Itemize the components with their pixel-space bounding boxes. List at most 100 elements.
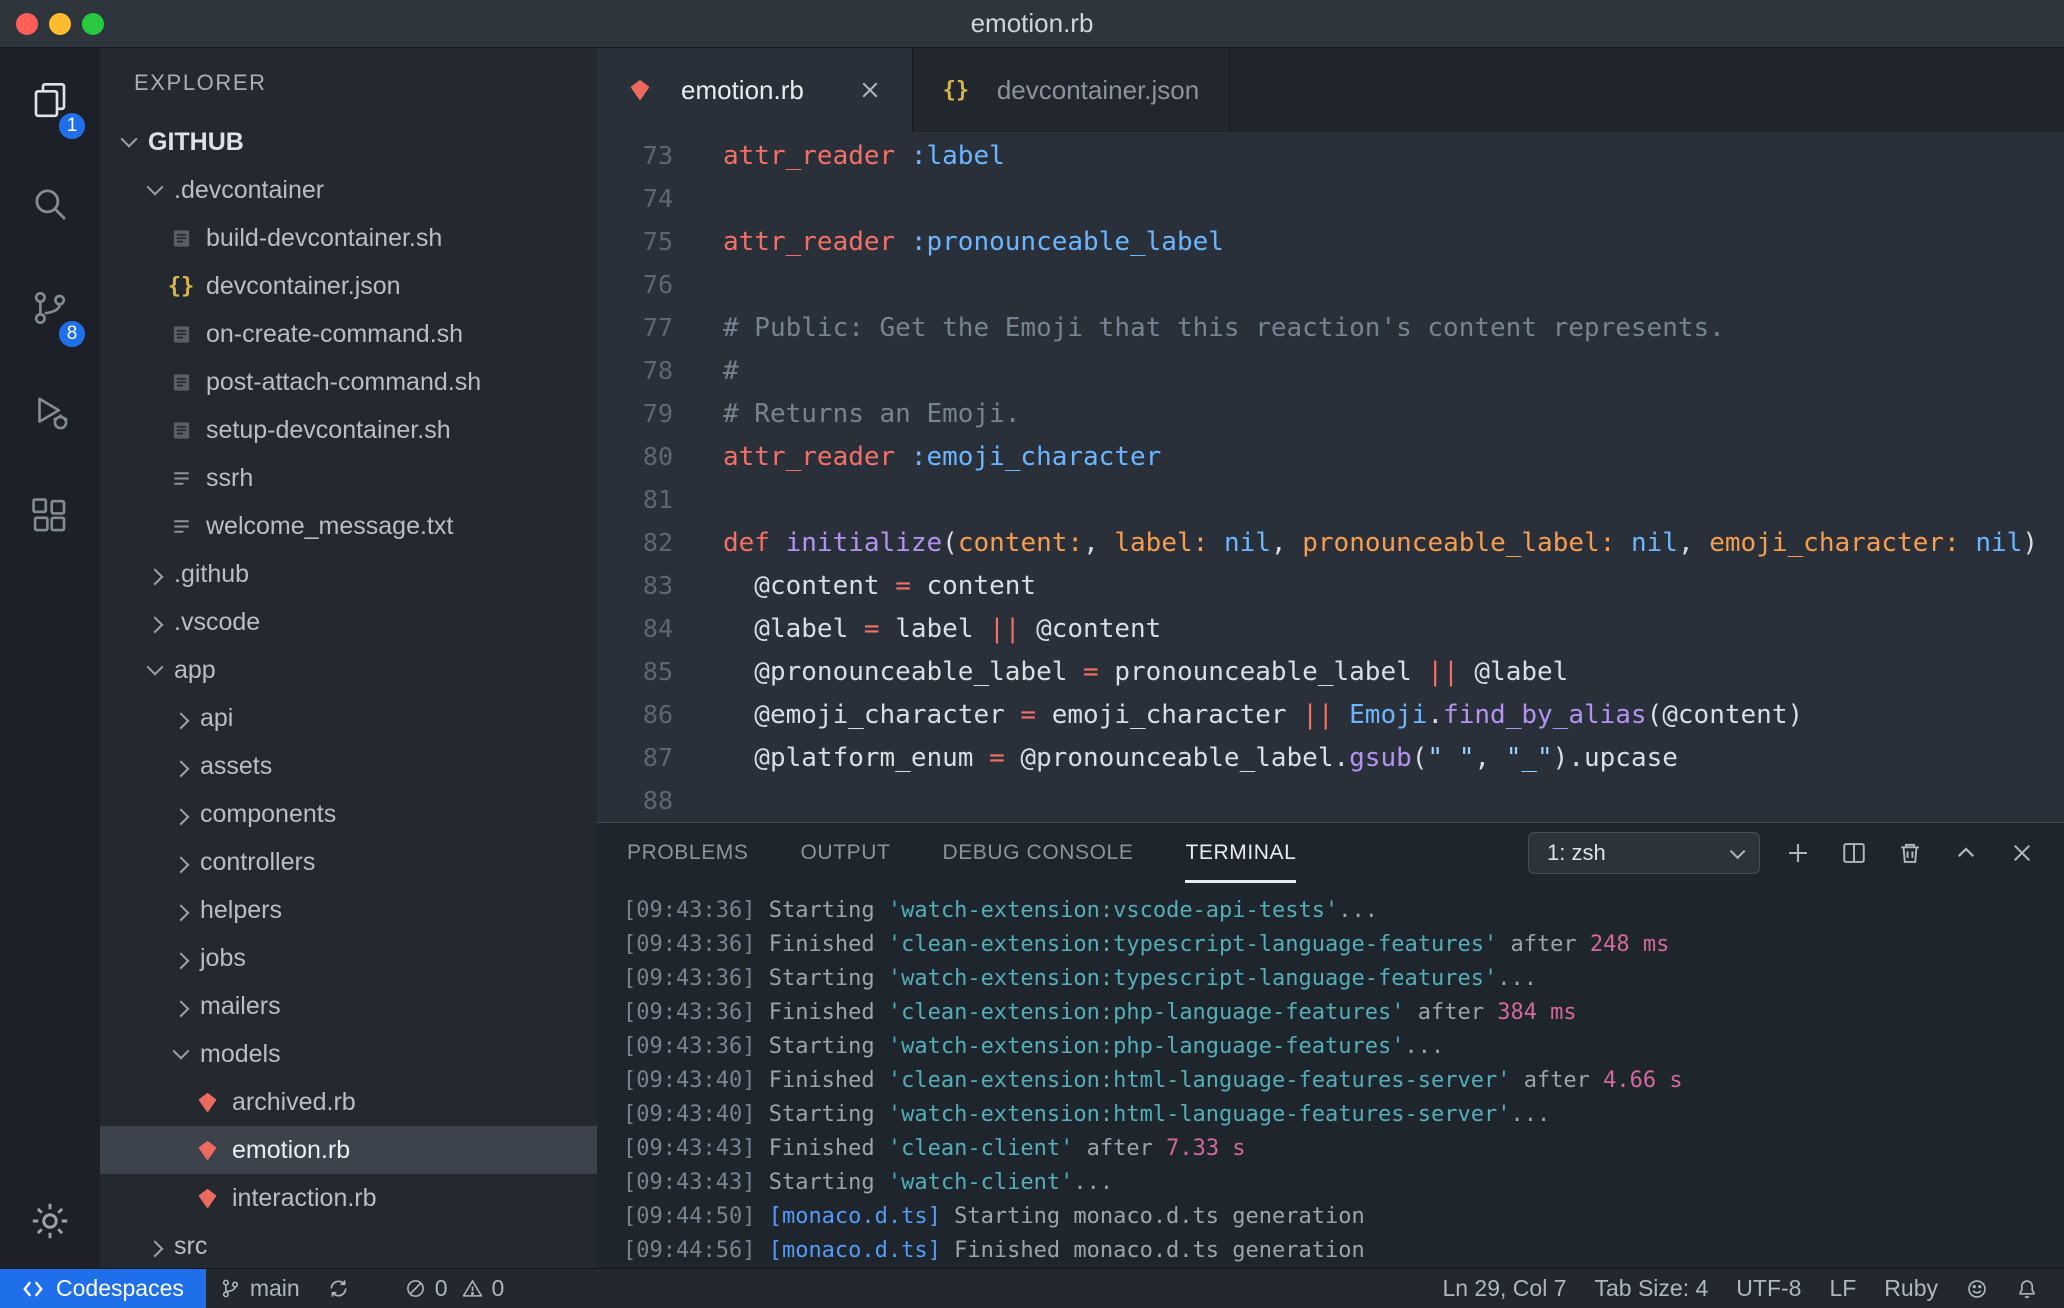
- tree-item-devcontainer.json[interactable]: {} devcontainer.json: [100, 262, 597, 310]
- activity-run-debug-button[interactable]: [0, 360, 100, 464]
- tree-item-components[interactable]: components: [100, 790, 597, 838]
- tree-item-label: helpers: [200, 895, 282, 924]
- trash-icon[interactable]: [1892, 835, 1928, 871]
- chevron-right-icon: [168, 705, 194, 731]
- codespaces-icon: [23, 1280, 43, 1297]
- code-text: # Public: Get the Emoji that this reacti…: [723, 312, 1725, 343]
- code-line-73[interactable]: 73 attr_reader :label: [597, 134, 2064, 177]
- terminal-line: [09:43:43] Starting 'watch-client'...: [623, 1169, 1114, 1195]
- code-area[interactable]: 73 attr_reader :label 74 75 attr_reader :pro…: [597, 132, 2064, 822]
- tab-problems[interactable]: PROBLEMS: [627, 823, 749, 883]
- code-line-77[interactable]: 77 # Public: Get the Emoji that this reac…: [597, 306, 2064, 349]
- settings-button[interactable]: [0, 1174, 100, 1268]
- maximize-panel-icon[interactable]: [1948, 835, 1984, 871]
- code-line-78[interactable]: 78 #: [597, 349, 2064, 392]
- close-window-button[interactable]: [16, 12, 38, 35]
- feedback-button[interactable]: [1952, 1269, 2002, 1308]
- code-line-79[interactable]: 79 # Returns an Emoji.: [597, 392, 2064, 435]
- tree-item-label: interaction.rb: [232, 1183, 377, 1212]
- terminal-select[interactable]: 1: zsh: [1528, 832, 1760, 874]
- minimize-window-button[interactable]: [49, 12, 71, 35]
- close-panel-icon[interactable]: [2004, 835, 2040, 871]
- codespaces-remote-button[interactable]: Codespaces: [0, 1269, 206, 1308]
- tree-item-on-create-command.sh[interactable]: on-create-command.sh: [100, 310, 597, 358]
- tree-item-mailers[interactable]: mailers: [100, 982, 597, 1030]
- language-mode[interactable]: Ruby: [1870, 1269, 1952, 1308]
- code-line-86[interactable]: 86 @emoji_character = emoji_character ||…: [597, 693, 2064, 736]
- tree-item-jobs[interactable]: jobs: [100, 934, 597, 982]
- branch-indicator[interactable]: main: [206, 1269, 314, 1308]
- code-text: # Returns an Emoji.: [723, 398, 1021, 429]
- tree-item-src[interactable]: src: [100, 1222, 597, 1268]
- run-debug-icon: [38, 397, 68, 430]
- code-line-82[interactable]: 82 def initialize(content:, label: nil, p…: [597, 521, 2064, 564]
- activity-explorer-button[interactable]: 1: [0, 48, 100, 152]
- code-line-74[interactable]: 74: [597, 177, 2064, 220]
- tree-item-label: on-create-command.sh: [206, 319, 464, 348]
- tab-devcontainer-json[interactable]: {} devcontainer.json: [912, 48, 1231, 132]
- new-terminal-icon[interactable]: [1780, 835, 1816, 871]
- code-line-80[interactable]: 80 attr_reader :emoji_character: [597, 435, 2064, 478]
- line-number: 82: [642, 528, 673, 557]
- tree-item-interaction.rb[interactable]: interaction.rb: [100, 1174, 597, 1222]
- notifications-button[interactable]: [2002, 1269, 2052, 1308]
- code-text: @label = label || @content: [723, 613, 1162, 644]
- tree-item-label: app: [174, 655, 216, 684]
- close-tab-icon[interactable]: [858, 78, 882, 102]
- line-number: 74: [642, 184, 673, 213]
- tree-item-api[interactable]: api: [100, 694, 597, 742]
- code-line-87[interactable]: 87 @platform_enum = @pronounceable_label…: [597, 736, 2064, 779]
- split-terminal-icon[interactable]: [1836, 835, 1872, 871]
- tree-item-controllers[interactable]: controllers: [100, 838, 597, 886]
- activity-source-control-button[interactable]: 8: [0, 256, 100, 360]
- tree-item-.github[interactable]: .github: [100, 550, 597, 598]
- code-line-75[interactable]: 75 attr_reader :pronounceable_label: [597, 220, 2064, 263]
- code-text: #: [723, 355, 739, 386]
- problems-indicator[interactable]: 0 0: [399, 1269, 511, 1308]
- sync-indicator[interactable]: [314, 1269, 363, 1308]
- tree-item-ssrh[interactable]: ssrh: [100, 454, 597, 502]
- tree-item-emotion.rb[interactable]: emotion.rb: [100, 1126, 597, 1174]
- terminal-output[interactable]: [09:43:36] Starting 'watch-extension:vsc…: [597, 883, 2064, 1268]
- encoding[interactable]: UTF-8: [1722, 1269, 1815, 1308]
- editor-tab-bar: emotion.rb {} devcontainer.json: [597, 48, 2064, 132]
- tree-item-build-devcontainer.sh[interactable]: build-devcontainer.sh: [100, 214, 597, 262]
- code-line-76[interactable]: 76: [597, 263, 2064, 306]
- tree-item-app[interactable]: app: [100, 646, 597, 694]
- activity-extensions-button[interactable]: [0, 464, 100, 568]
- tree-item-GITHUB[interactable]: GITHUB: [100, 118, 597, 166]
- tree-item-label: ssrh: [206, 463, 254, 492]
- tree-item-models[interactable]: models: [100, 1030, 597, 1078]
- eol[interactable]: LF: [1815, 1269, 1870, 1308]
- code-line-84[interactable]: 84 @label = label || @content: [597, 607, 2064, 650]
- tree-item-post-attach-command.sh[interactable]: post-attach-command.sh: [100, 358, 597, 406]
- tab-terminal[interactable]: TERMINAL: [1185, 823, 1297, 883]
- code-line-81[interactable]: 81: [597, 478, 2064, 521]
- terminal-line: [09:43:40] Finished 'clean-extension:htm…: [623, 1067, 1683, 1093]
- terminal-line: [09:43:43] Finished 'clean-client' after…: [623, 1135, 1246, 1161]
- indentation[interactable]: Tab Size: 4: [1580, 1269, 1722, 1308]
- tab-emotion-rb[interactable]: emotion.rb: [597, 48, 913, 132]
- list-file-icon: [168, 513, 194, 539]
- tab-output[interactable]: OUTPUT: [801, 823, 891, 883]
- code-line-85[interactable]: 85 @pronounceable_label = pronounceable_…: [597, 650, 2064, 693]
- zoom-window-button[interactable]: [82, 12, 104, 35]
- code-line-88[interactable]: 88: [597, 779, 2064, 822]
- panel-header: PROBLEMS OUTPUT DEBUG CONSOLE TERMINAL 1…: [597, 823, 2064, 883]
- code-text: def initialize(content:, label: nil, pro…: [723, 527, 2038, 558]
- title-bar: emotion.rb: [0, 0, 2064, 48]
- gear-icon: [32, 1203, 68, 1239]
- file-tree[interactable]: GITHUB .devcontainer build-devcontainer.sh…: [100, 118, 597, 1268]
- cursor-position[interactable]: Ln 29, Col 7: [1428, 1269, 1580, 1308]
- tree-item-assets[interactable]: assets: [100, 742, 597, 790]
- tree-item-setup-devcontainer.sh[interactable]: setup-devcontainer.sh: [100, 406, 597, 454]
- chevron-right-icon: [168, 849, 194, 875]
- tree-item-welcome_message.txt[interactable]: welcome_message.txt: [100, 502, 597, 550]
- code-line-83[interactable]: 83 @content = content: [597, 564, 2064, 607]
- tree-item-.vscode[interactable]: .vscode: [100, 598, 597, 646]
- tree-item-.devcontainer[interactable]: .devcontainer: [100, 166, 597, 214]
- tree-item-archived.rb[interactable]: archived.rb: [100, 1078, 597, 1126]
- tab-debug-console[interactable]: DEBUG CONSOLE: [942, 823, 1133, 883]
- activity-search-button[interactable]: [0, 152, 100, 256]
- tree-item-helpers[interactable]: helpers: [100, 886, 597, 934]
